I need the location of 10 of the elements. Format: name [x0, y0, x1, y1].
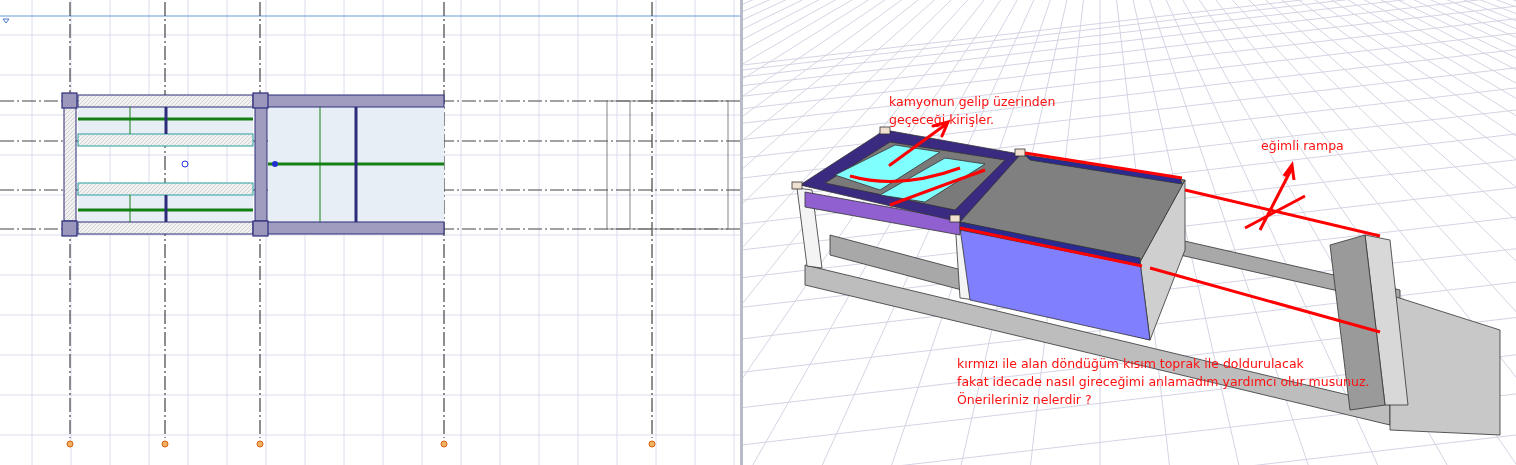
- axis-bubble-icon: [161, 440, 169, 448]
- annotation-text: kırmızı ile alan döndüğüm kısım toprak ile doldurulacak fakat idecade nasıl gireceğimi anlamadım yardımcı olur musunuz. Önerileriniz nelerdir ?: [957, 355, 1370, 409]
- level-marker-icon: [2, 18, 10, 24]
- axis-bubble-icon: [440, 440, 448, 448]
- axis-bubble-icon: [648, 440, 656, 448]
- axis-bubble-icon: [256, 440, 264, 448]
- axis-bubble-icon: [66, 440, 74, 448]
- splitter[interactable]: [740, 0, 743, 465]
- annotation-text: eğimli rampa: [1261, 137, 1344, 155]
- annotation-text: kamyonun gelip üzerinden geçeceği kirişler.: [889, 93, 1056, 129]
